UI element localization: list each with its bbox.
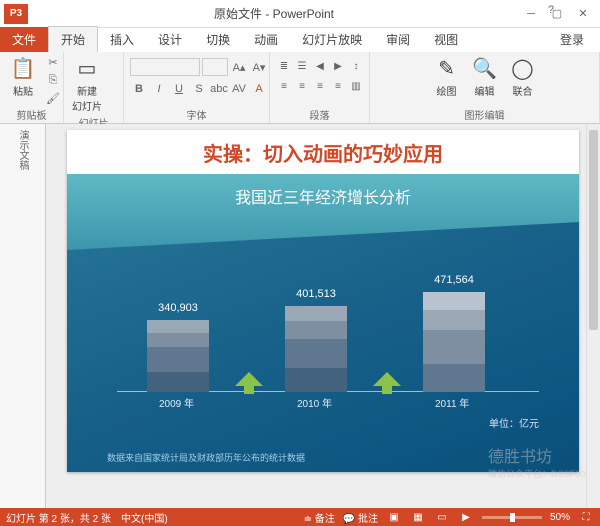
find-icon: 🔍 <box>472 56 497 81</box>
tab-file[interactable]: 文件 <box>0 27 48 52</box>
edit-label: 编辑 <box>475 83 495 98</box>
vertical-scrollbar[interactable] <box>586 124 600 508</box>
chart-source: 数据来自国家统计局及财政部历年公布的统计数据 <box>107 451 305 464</box>
drawing-button[interactable]: ✎ 绘图 <box>430 54 464 100</box>
tab-slideshow[interactable]: 幻灯片放映 <box>290 27 374 52</box>
shrink-font-button[interactable]: A▾ <box>250 58 268 76</box>
zoom-level[interactable]: 50% <box>550 512 570 523</box>
chart-area: 我国近三年经济增长分析 340,903 401,513 <box>67 174 579 472</box>
thumbnail-label: 演示文稿 <box>15 130 30 170</box>
bar-value-2: 471,564 <box>434 274 474 286</box>
minimize-button[interactable]: ─ <box>520 5 542 23</box>
shadow-button[interactable]: abc <box>210 80 228 98</box>
group-clipboard-label: 剪贴板 <box>6 107 57 123</box>
fit-window-button[interactable]: ⛶ <box>578 510 594 524</box>
format-painter-button[interactable]: 🖌 <box>44 90 62 106</box>
strike-button[interactable]: S <box>190 80 208 98</box>
spacing-button[interactable]: AV <box>230 80 248 98</box>
cut-button[interactable]: ✂ <box>44 54 62 70</box>
font-color-button[interactable]: A <box>250 80 268 98</box>
columns-button[interactable]: ▥ <box>348 78 364 94</box>
union-button[interactable]: ◯ 联合 <box>506 54 540 100</box>
login-button[interactable]: 登录 <box>552 27 592 52</box>
tab-home[interactable]: 开始 <box>48 26 98 52</box>
help-icon[interactable]: ? <box>548 4 554 16</box>
paste-button[interactable]: 📋 粘贴 <box>6 54 40 100</box>
language-indicator[interactable]: 中文(中国) <box>121 510 168 525</box>
indent-inc-button[interactable]: ▶ <box>330 58 346 74</box>
drawing-label: 绘图 <box>437 83 457 98</box>
chart-unit: 单位：亿元 <box>489 415 539 430</box>
underline-button[interactable]: U <box>170 80 188 98</box>
indent-dec-button[interactable]: ◀ <box>312 58 328 74</box>
bar-value-1: 401,513 <box>296 288 336 300</box>
clipboard-icon: 📋 <box>11 56 36 81</box>
tab-view[interactable]: 视图 <box>422 27 470 52</box>
new-slide-label: 新建 幻灯片 <box>72 83 102 113</box>
x-label-2: 2011 年 <box>435 395 469 410</box>
edit-button[interactable]: 🔍 编辑 <box>468 54 502 100</box>
align-center-button[interactable]: ≡ <box>294 78 310 94</box>
thumbnail-panel[interactable]: 演示文稿 <box>0 124 46 508</box>
zoom-slider[interactable] <box>482 516 542 519</box>
tab-animation[interactable]: 动画 <box>242 27 290 52</box>
x-label-0: 2009 年 <box>159 395 194 410</box>
line-spacing-button[interactable]: ↕ <box>348 58 364 74</box>
x-label-1: 2010 年 <box>297 395 332 410</box>
align-left-button[interactable]: ≡ <box>276 78 292 94</box>
sorter-view-button[interactable]: ▦ <box>410 510 426 524</box>
copy-button[interactable]: ⎘ <box>44 72 62 88</box>
chart-title: 我国近三年经济增长分析 <box>67 184 579 208</box>
app-logo: P3 <box>4 4 28 24</box>
font-name[interactable] <box>130 58 200 76</box>
normal-view-button[interactable]: ▣ <box>386 510 402 524</box>
slide-title: 实操：切入动画的巧妙应用 <box>67 130 579 171</box>
reading-view-button[interactable]: ▭ <box>434 510 450 524</box>
chart-bar-2011: 471,564 <box>423 292 485 392</box>
slide-indicator: 幻灯片 第 2 张，共 2 张 <box>6 510 111 525</box>
tab-review[interactable]: 审阅 <box>374 27 422 52</box>
window-title: 原始文件 - PowerPoint <box>28 5 520 22</box>
italic-button[interactable]: I <box>150 80 168 98</box>
drawing-icon: ✎ <box>438 56 455 81</box>
numbering-button[interactable]: ☰ <box>294 58 310 74</box>
bullets-button[interactable]: ≣ <box>276 58 292 74</box>
new-slide-button[interactable]: ▭ 新建 幻灯片 <box>70 54 104 115</box>
tab-design[interactable]: 设计 <box>146 27 194 52</box>
align-right-button[interactable]: ≡ <box>312 78 328 94</box>
justify-button[interactable]: ≡ <box>330 78 346 94</box>
close-button[interactable]: ✕ <box>572 5 594 23</box>
new-slide-icon: ▭ <box>78 56 97 81</box>
group-font-label: 字体 <box>130 107 263 123</box>
bold-button[interactable]: B <box>130 80 148 98</box>
tab-transition[interactable]: 切换 <box>194 27 242 52</box>
group-paragraph-label: 段落 <box>276 107 363 123</box>
grow-font-button[interactable]: A▴ <box>230 58 248 76</box>
notes-button[interactable]: ≐ 备注 <box>304 510 335 525</box>
slide-canvas[interactable]: 实操：切入动画的巧妙应用 我国近三年经济增长分析 340,903 401,513 <box>67 130 579 472</box>
slideshow-view-button[interactable]: ▶ <box>458 510 474 524</box>
union-icon: ◯ <box>511 56 533 81</box>
bar-value-0: 340,903 <box>158 302 198 314</box>
comments-button[interactable]: 💬 批注 <box>343 510 378 525</box>
chart-bar-2010: 401,513 <box>285 306 347 392</box>
chart-bar-2009: 340,903 <box>147 320 209 392</box>
group-drawing-label: 图形编辑 <box>376 107 593 123</box>
paste-label: 粘贴 <box>13 83 33 98</box>
union-label: 联合 <box>513 83 533 98</box>
up-arrow-2 <box>373 372 401 392</box>
tab-insert[interactable]: 插入 <box>98 27 146 52</box>
up-arrow-1 <box>235 372 263 392</box>
font-size[interactable] <box>202 58 228 76</box>
